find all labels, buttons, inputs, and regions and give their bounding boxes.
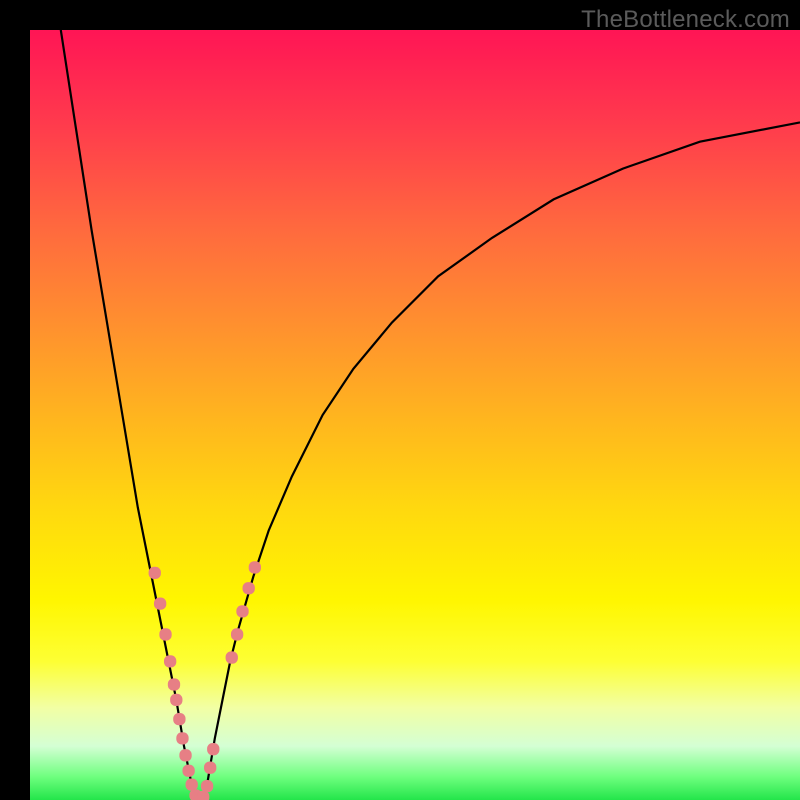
data-marker: [170, 694, 182, 706]
data-marker: [186, 778, 198, 790]
data-marker: [176, 732, 188, 744]
data-marker: [226, 651, 238, 663]
marker-layer: [149, 561, 261, 800]
watermark-text: TheBottleneck.com: [581, 6, 790, 34]
data-marker: [159, 628, 171, 640]
data-marker: [164, 655, 176, 667]
data-marker: [201, 780, 213, 792]
chart-svg: [30, 30, 800, 800]
data-marker: [182, 765, 194, 777]
data-marker: [154, 597, 166, 609]
data-marker: [236, 605, 248, 617]
data-marker: [173, 713, 185, 725]
data-marker: [179, 749, 191, 761]
data-marker: [204, 762, 216, 774]
data-marker: [231, 628, 243, 640]
plot-area: [30, 30, 800, 800]
data-marker: [207, 743, 219, 755]
data-marker: [149, 567, 161, 579]
data-marker: [243, 582, 255, 594]
data-marker: [249, 561, 261, 573]
outer-frame: TheBottleneck.com: [0, 0, 800, 800]
data-marker: [168, 678, 180, 690]
curve-right: [203, 122, 800, 800]
